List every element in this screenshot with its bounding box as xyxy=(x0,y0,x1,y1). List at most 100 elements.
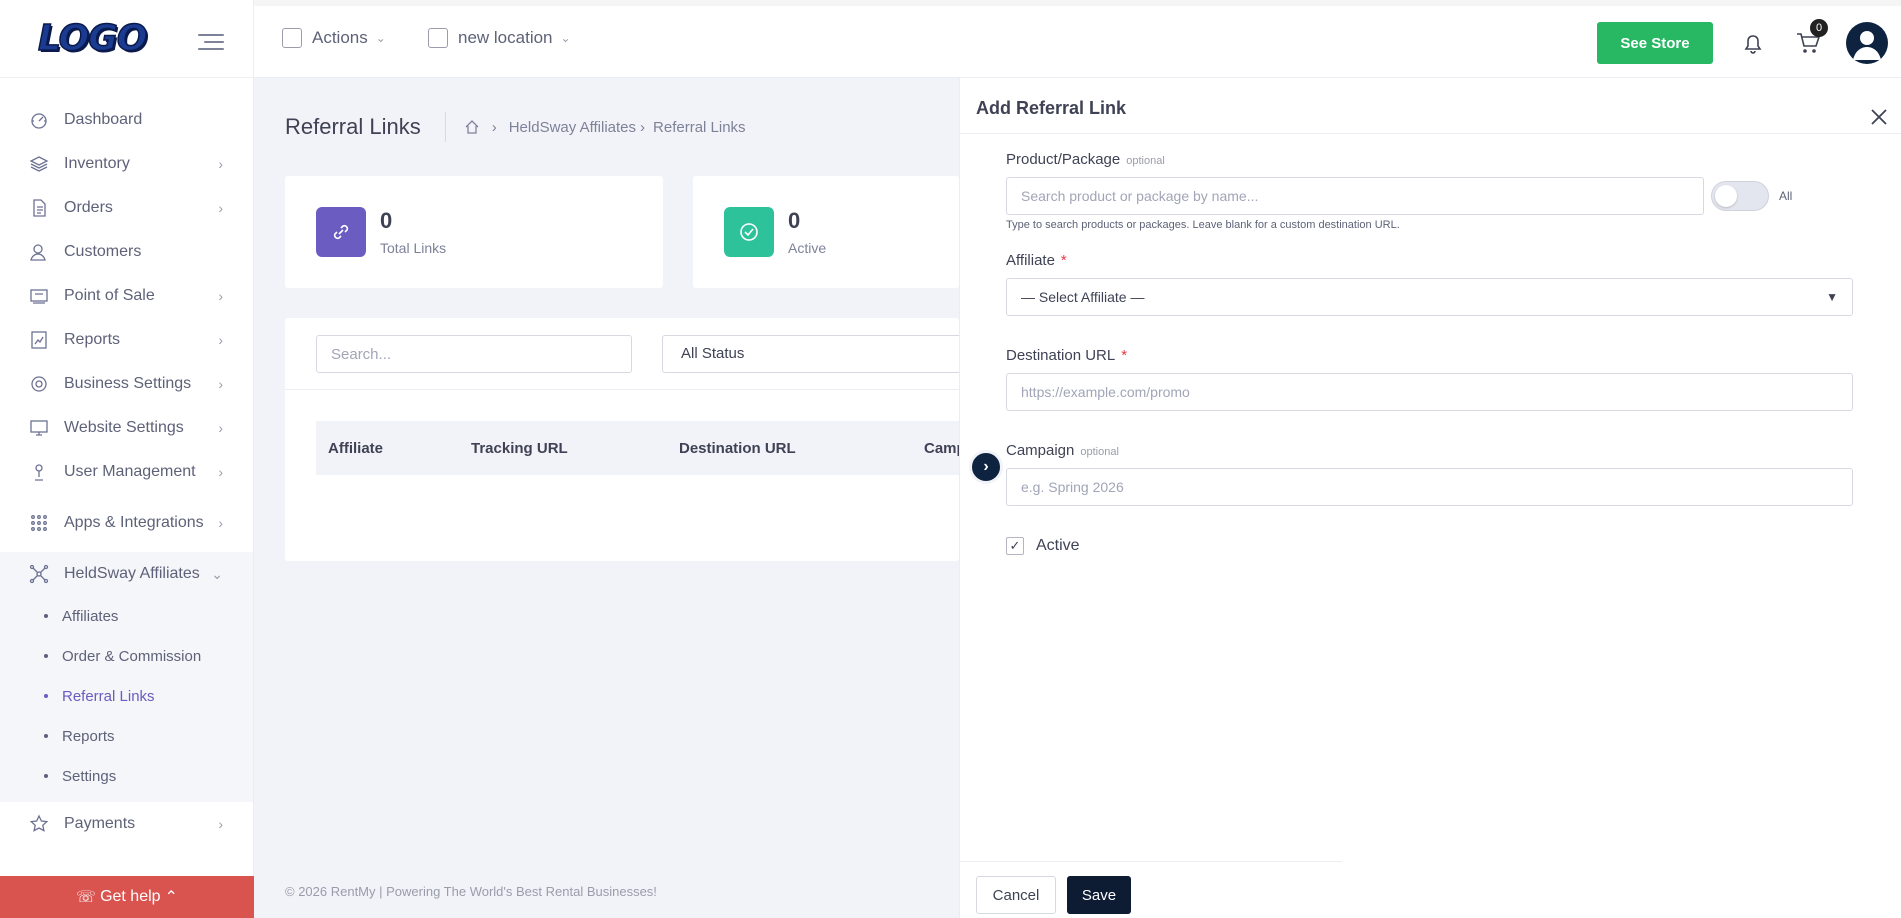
check-circle-icon xyxy=(724,207,774,257)
network-icon xyxy=(28,563,50,585)
drawer-title: Add Referral Link xyxy=(976,98,1127,118)
logo[interactable]: LOGO xyxy=(37,17,148,60)
chevron-down-icon: ⌄ xyxy=(375,31,386,45)
sidebar-item-inventory[interactable]: Inventory › xyxy=(0,142,253,186)
add-referral-link-drawer: Add Referral Link Product/Package optiona… xyxy=(959,78,1901,918)
actions-menu[interactable]: Actions ⌄ xyxy=(282,28,386,48)
avatar[interactable] xyxy=(1846,22,1888,64)
sidebar-item-label: Orders xyxy=(64,199,113,216)
link-icon xyxy=(316,207,366,257)
users-icon xyxy=(28,461,50,483)
sidebar-item-heldsway-affiliates[interactable]: HeldSway Affiliates ⌄ xyxy=(0,552,253,596)
sidebar-item-label: Website Settings xyxy=(64,419,184,436)
column-header-destination-url[interactable]: Destination URL xyxy=(679,440,796,457)
actions-label: Actions xyxy=(312,28,368,47)
chevron-right-icon: › xyxy=(218,464,223,480)
sidebar-item-customers[interactable]: Customers xyxy=(0,230,253,274)
save-button[interactable]: Save xyxy=(1067,876,1131,914)
divider xyxy=(285,389,959,390)
page-header: Referral Links › HeldSway Affiliates › R… xyxy=(285,112,746,142)
submenu-item-reports[interactable]: Reports xyxy=(0,716,253,756)
toggle-label: All xyxy=(1779,189,1793,203)
optional-tag: optional xyxy=(1126,155,1165,167)
destination-url-label-text: Destination URL xyxy=(1006,347,1116,364)
submenu-item-referral-links[interactable]: Referral Links xyxy=(0,676,253,716)
status-filter-select[interactable]: All Status xyxy=(662,335,992,373)
column-header-tracking-url[interactable]: Tracking URL xyxy=(471,440,568,457)
cart-count-badge: 0 xyxy=(1810,19,1828,37)
product-help-text: Type to search products or packages. Lea… xyxy=(1006,219,1400,231)
sidebar-item-label: Reports xyxy=(64,331,121,348)
see-store-button[interactable]: See Store xyxy=(1597,22,1713,64)
divider xyxy=(960,133,1901,134)
stat-value: 0 xyxy=(788,208,801,233)
divider xyxy=(960,861,1342,862)
stat-value: 0 xyxy=(380,208,393,233)
submenu-item-order-commission[interactable]: Order & Commission xyxy=(0,636,253,676)
affiliate-select[interactable]: — Select Affiliate — ▼ xyxy=(1006,278,1853,316)
required-mark: * xyxy=(1060,252,1067,269)
collapse-drawer-button[interactable]: › xyxy=(969,450,1003,484)
sidebar-nav-bottom: Payments › xyxy=(0,802,253,846)
sidebar-item-orders[interactable]: Orders › xyxy=(0,186,253,230)
sidebar-item-payments[interactable]: Payments › xyxy=(0,802,253,846)
table-header: Affiliate Tracking URL Destination URL C… xyxy=(316,421,966,475)
sidebar-item-website-settings[interactable]: Website Settings › xyxy=(0,406,253,450)
plus-square-icon xyxy=(282,28,302,48)
affiliate-label: Affiliate * xyxy=(1006,252,1067,269)
column-header-affiliate[interactable]: Affiliate xyxy=(328,440,383,457)
stat-card-total-links: 0 Total Links xyxy=(285,176,663,288)
referral-links-table-card: All Status Affiliate Tracking URL Destin… xyxy=(285,318,992,561)
menu-toggle-icon[interactable] xyxy=(198,34,224,50)
sidebar-item-reports[interactable]: Reports › xyxy=(0,318,253,362)
chevron-right-icon: › xyxy=(218,420,223,436)
campaign-label: Campaign optional xyxy=(1006,442,1119,459)
campaign-input[interactable] xyxy=(1006,468,1853,506)
gear-icon xyxy=(28,373,50,395)
sidebar-item-label: User Management xyxy=(64,463,196,480)
product-package-label-text: Product/Package xyxy=(1006,151,1121,168)
location-menu[interactable]: new location ⌄ xyxy=(428,28,571,48)
breadcrumb-item-current: Referral Links xyxy=(653,118,746,136)
sidebar-item-label: Point of Sale xyxy=(64,287,155,304)
sidebar-item-label: Payments xyxy=(64,815,136,832)
chevron-up-icon: ⌃ xyxy=(164,889,178,906)
affiliate-select-value: — Select Affiliate — xyxy=(1021,289,1145,305)
sidebar-item-label: HeldSway Affiliates xyxy=(64,565,200,582)
chevron-right-icon: › xyxy=(218,288,223,304)
search-input[interactable] xyxy=(316,335,632,373)
home-icon[interactable] xyxy=(464,119,480,135)
dashboard-icon xyxy=(28,109,50,131)
bell-icon[interactable] xyxy=(1744,34,1762,54)
check-icon: ✓ xyxy=(1009,538,1021,553)
user-icon xyxy=(28,241,50,263)
sidebar-item-user-management[interactable]: User Management › xyxy=(0,450,253,494)
sidebar-item-apps-integrations[interactable]: Apps & Integrations › xyxy=(0,494,253,552)
sidebar-nav: Dashboard Inventory › Orders › Customers… xyxy=(0,98,253,596)
get-help-label: Get help xyxy=(100,888,161,905)
product-search-input[interactable] xyxy=(1006,177,1704,215)
sidebar-item-label: Customers xyxy=(64,243,142,260)
all-products-toggle[interactable] xyxy=(1711,181,1769,211)
chart-icon xyxy=(28,329,50,351)
submenu-item-affiliates[interactable]: Affiliates xyxy=(0,596,253,636)
sidebar-item-dashboard[interactable]: Dashboard xyxy=(0,98,253,142)
stat-label: Active xyxy=(788,240,827,256)
stat-card-active: 0 Active xyxy=(693,176,959,288)
get-help-button[interactable]: ☏ Get help ⌃ xyxy=(0,876,254,918)
sidebar-item-label: Apps & Integrations xyxy=(64,514,204,531)
required-mark: * xyxy=(1121,347,1128,364)
sidebar-item-point-of-sale[interactable]: Point of Sale › xyxy=(0,274,253,318)
pos-icon xyxy=(28,285,50,307)
active-checkbox[interactable]: ✓ xyxy=(1006,537,1024,555)
submenu-item-settings[interactable]: Settings xyxy=(0,756,253,796)
chevron-right-icon: › xyxy=(983,458,989,475)
user-avatar-icon xyxy=(1853,31,1881,60)
sidebar-item-business-settings[interactable]: Business Settings › xyxy=(0,362,253,406)
breadcrumb-item-affiliates[interactable]: HeldSway Affiliates xyxy=(509,119,636,136)
close-icon[interactable] xyxy=(1870,108,1888,126)
chevron-right-icon: › xyxy=(218,156,223,172)
logo-area: LOGO xyxy=(0,0,253,78)
destination-url-input[interactable] xyxy=(1006,373,1853,411)
cancel-button[interactable]: Cancel xyxy=(976,876,1056,914)
